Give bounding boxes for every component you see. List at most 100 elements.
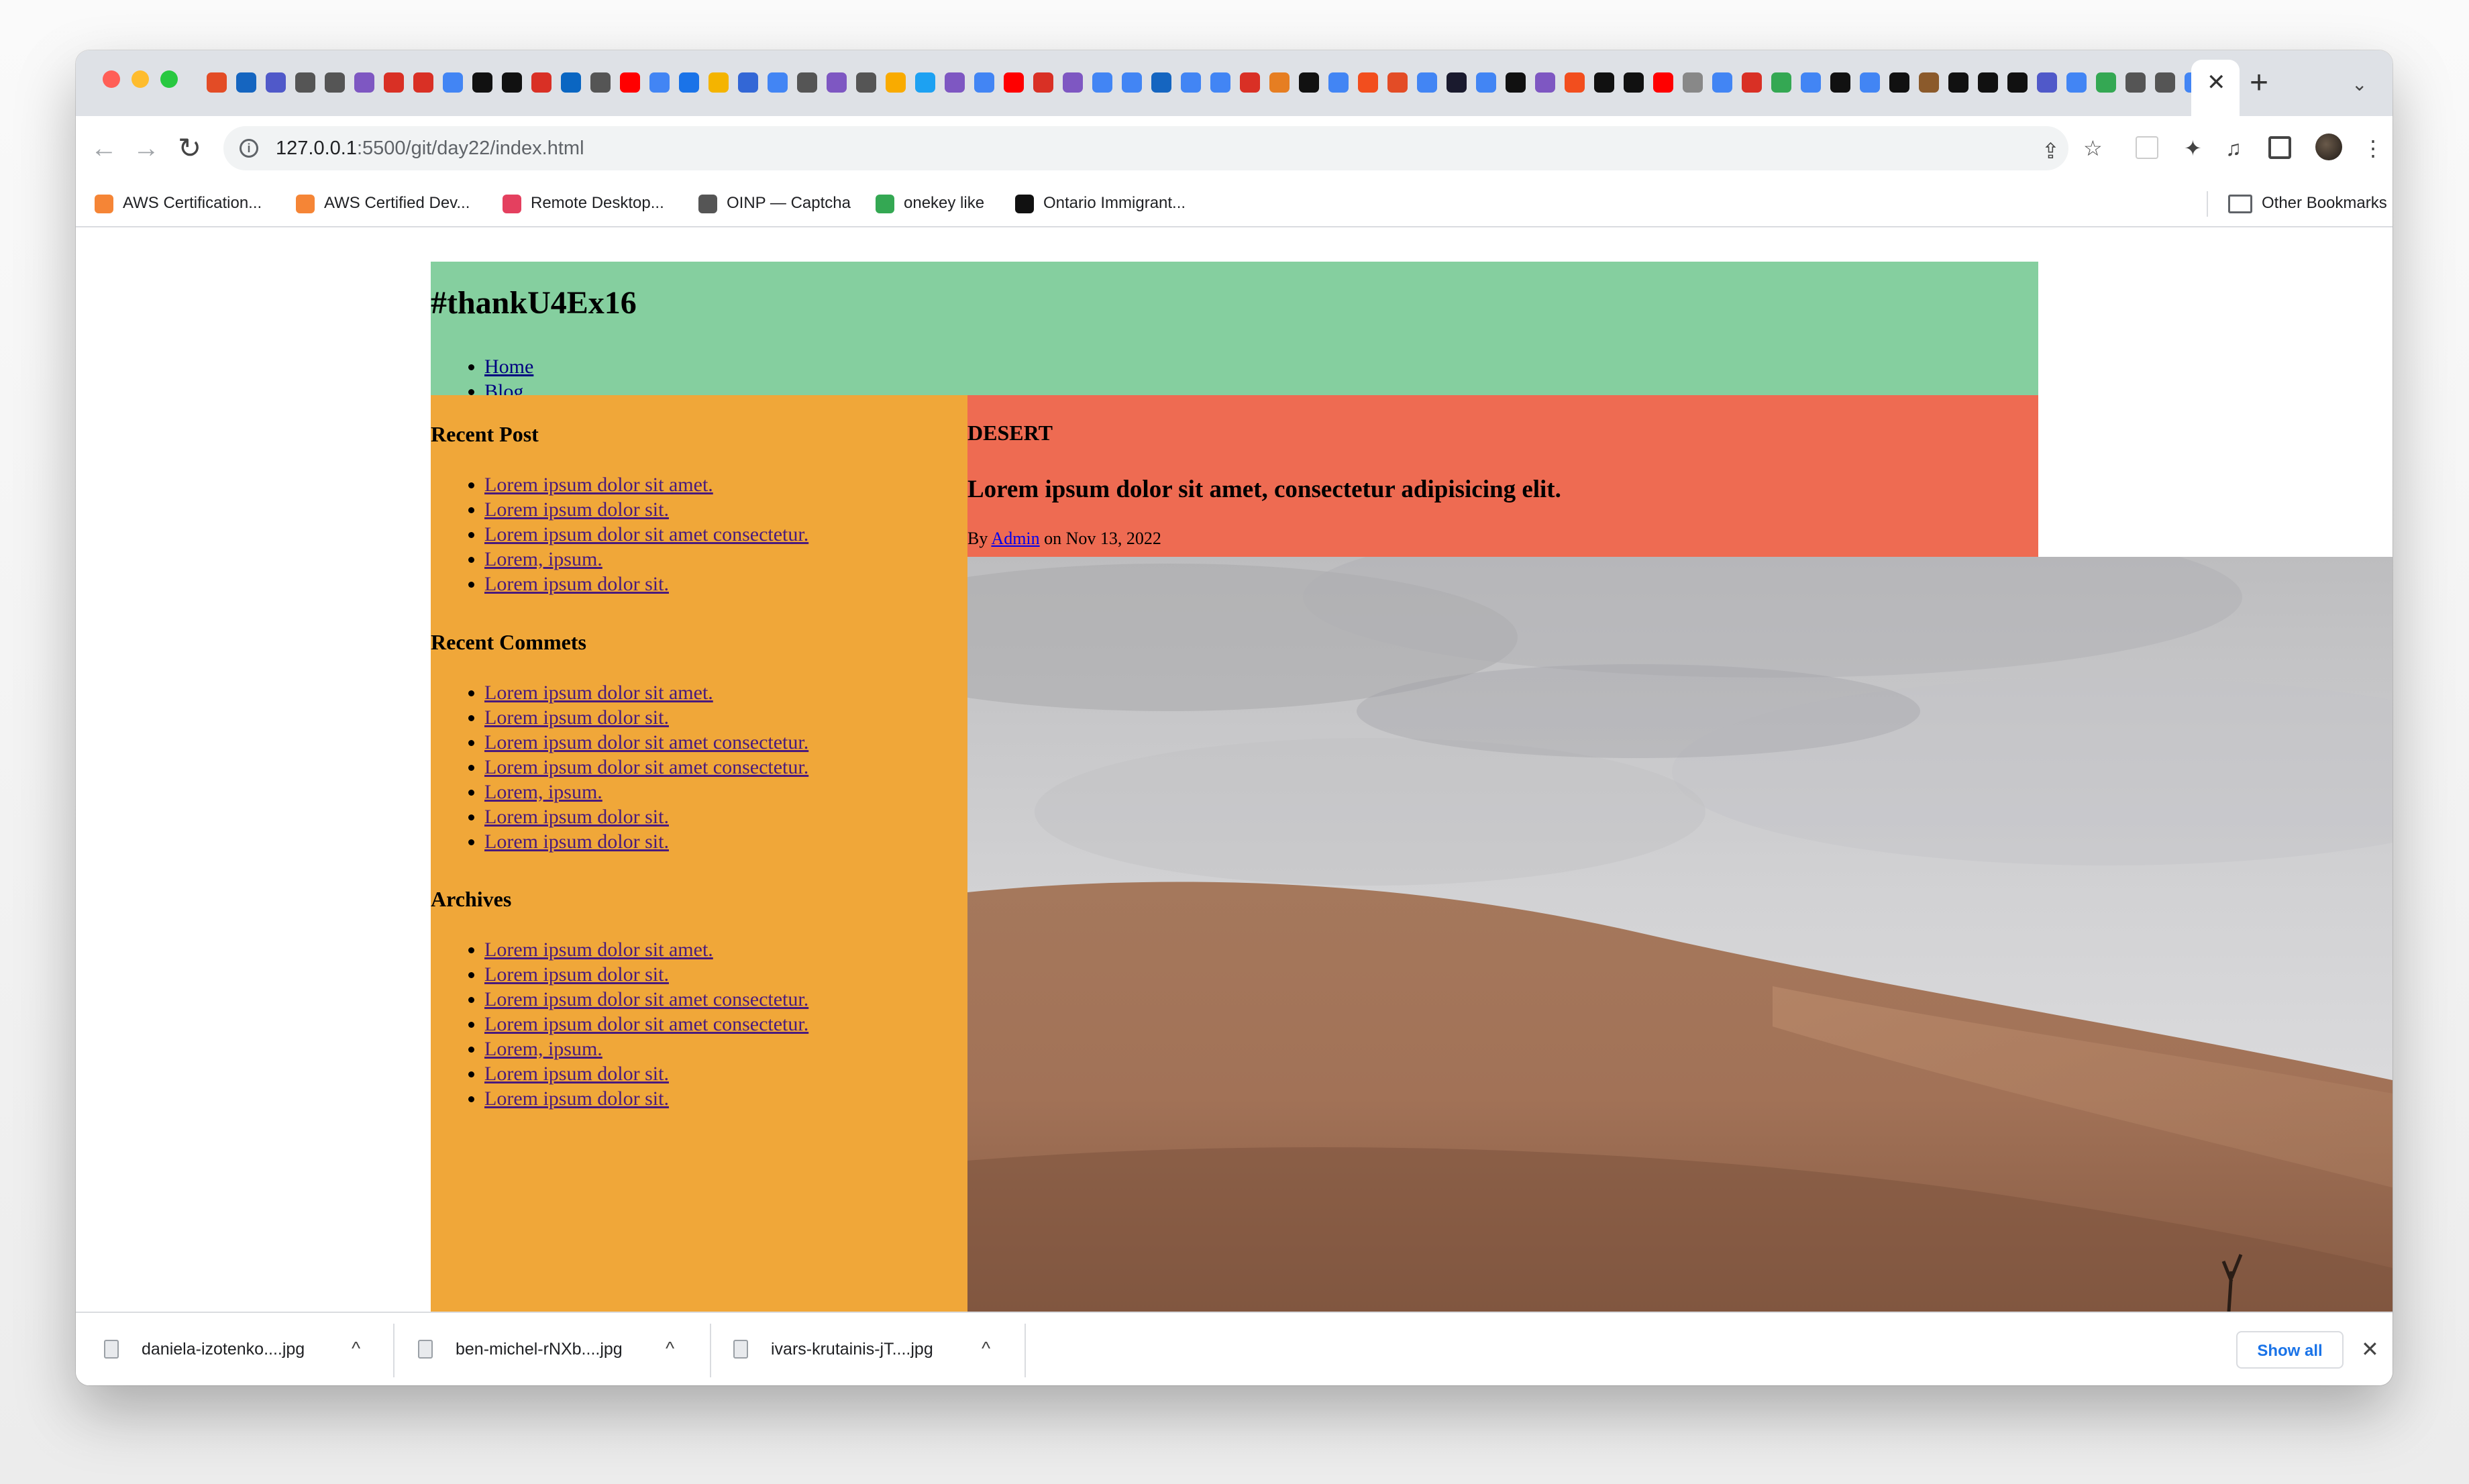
tab-favicon-icon[interactable]: [2066, 72, 2087, 93]
tab-favicon-icon[interactable]: [1328, 72, 1349, 93]
extensions-puzzle-icon[interactable]: ✦: [2184, 134, 2202, 163]
tab-favicon-icon[interactable]: [266, 72, 286, 93]
tab-favicon-icon[interactable]: [384, 72, 404, 93]
archive-link[interactable]: Lorem ipsum dolor sit.: [484, 1063, 669, 1085]
author-link[interactable]: Admin: [991, 529, 1039, 548]
tab-favicon-icon[interactable]: [1889, 72, 1909, 93]
tab-favicon-icon[interactable]: [1063, 72, 1083, 93]
recent-comment-link[interactable]: Lorem ipsum dolor sit.: [484, 706, 669, 729]
recent-post-link[interactable]: Lorem, ipsum.: [484, 548, 602, 570]
tab-favicon-icon[interactable]: [649, 72, 670, 93]
media-control-icon[interactable]: ♫: [2225, 134, 2242, 163]
tab-favicon-icon[interactable]: [1683, 72, 1703, 93]
recent-comment-link[interactable]: Lorem ipsum dolor sit amet.: [484, 682, 713, 704]
tab-favicon-icon[interactable]: [1240, 72, 1260, 93]
tab-favicon-icon[interactable]: [708, 72, 729, 93]
bookmark-star-icon[interactable]: ☆: [2083, 134, 2103, 163]
bookmark-item[interactable]: AWS Certification...: [95, 193, 262, 214]
tab-favicon-icon[interactable]: [1948, 72, 1968, 93]
profile-avatar[interactable]: [2315, 134, 2342, 160]
extension-icon[interactable]: [2136, 136, 2158, 159]
tab-favicon-icon[interactable]: [531, 72, 551, 93]
tab-favicon-icon[interactable]: [1801, 72, 1821, 93]
side-panel-icon[interactable]: [2268, 136, 2291, 159]
close-shelf-icon[interactable]: ✕: [2361, 1336, 2379, 1363]
tab-favicon-icon[interactable]: [945, 72, 965, 93]
bookmark-item[interactable]: Ontario Immigrant...: [1015, 193, 1186, 214]
tab-favicon-icon[interactable]: [295, 72, 315, 93]
chevron-up-icon[interactable]: ^: [666, 1337, 674, 1360]
archive-link[interactable]: Lorem ipsum dolor sit.: [484, 1088, 669, 1110]
tab-favicon-icon[interactable]: [1771, 72, 1791, 93]
new-tab-button[interactable]: +: [2250, 65, 2268, 101]
tab-favicon-icon[interactable]: [1033, 72, 1053, 93]
tab-favicon-icon[interactable]: [502, 72, 522, 93]
tab-favicon-icon[interactable]: [236, 72, 256, 93]
tab-favicon-icon[interactable]: [1860, 72, 1880, 93]
chevron-up-icon[interactable]: ^: [352, 1337, 360, 1360]
tab-favicon-icon[interactable]: [1476, 72, 1496, 93]
tab-favicon-icon[interactable]: [472, 72, 492, 93]
archive-link[interactable]: Lorem ipsum dolor sit amet consectetur.: [484, 988, 808, 1010]
kebab-menu-icon[interactable]: ⋮: [2362, 134, 2384, 163]
tab-search-icon[interactable]: ⌄: [2352, 73, 2367, 96]
recent-comment-link[interactable]: Lorem ipsum dolor sit amet consectetur.: [484, 731, 808, 753]
tab-favicon-icon[interactable]: [1712, 72, 1732, 93]
recent-comment-link[interactable]: Lorem ipsum dolor sit.: [484, 806, 669, 828]
archive-link[interactable]: Lorem ipsum dolor sit amet.: [484, 939, 713, 961]
tab-favicon-icon[interactable]: [1181, 72, 1201, 93]
tab-favicon-icon[interactable]: [1151, 72, 1171, 93]
nav-link-home[interactable]: Home: [484, 356, 533, 378]
tab-favicon-icon[interactable]: [620, 72, 640, 93]
tab-favicon-icon[interactable]: [1594, 72, 1614, 93]
bookmark-item[interactable]: Remote Desktop...: [503, 193, 664, 214]
tab-favicon-icon[interactable]: [1210, 72, 1230, 93]
tab-favicon-icon[interactable]: [856, 72, 876, 93]
share-icon[interactable]: ⇪: [2042, 136, 2060, 166]
tab-favicon-icon[interactable]: [1092, 72, 1112, 93]
tab-favicon-icon[interactable]: [1122, 72, 1142, 93]
tab-favicon-icon[interactable]: [207, 72, 227, 93]
close-window-button[interactable]: [103, 70, 120, 88]
tab-favicon-icon[interactable]: [2096, 72, 2116, 93]
nav-link-blog[interactable]: Blog: [484, 380, 523, 395]
tab-favicon-icon[interactable]: [827, 72, 847, 93]
tab-favicon-icon[interactable]: [2125, 72, 2146, 93]
tab-favicon-icon[interactable]: [679, 72, 699, 93]
recent-post-link[interactable]: Lorem ipsum dolor sit amet.: [484, 474, 713, 496]
tab-favicon-icon[interactable]: [561, 72, 581, 93]
recent-comment-link[interactable]: Lorem ipsum dolor sit.: [484, 831, 669, 853]
tab-favicon-icon[interactable]: [886, 72, 906, 93]
tab-favicon-icon[interactable]: [1506, 72, 1526, 93]
chevron-up-icon[interactable]: ^: [982, 1337, 990, 1360]
tab-favicon-icon[interactable]: [443, 72, 463, 93]
bookmark-item[interactable]: AWS Certified Dev...: [296, 193, 470, 214]
tab-favicon-icon[interactable]: [915, 72, 935, 93]
tab-favicon-icon[interactable]: [590, 72, 611, 93]
tab-favicon-icon[interactable]: [768, 72, 788, 93]
tab-favicon-icon[interactable]: [1830, 72, 1850, 93]
recent-post-link[interactable]: Lorem ipsum dolor sit.: [484, 573, 669, 595]
tab-favicon-icon[interactable]: [1417, 72, 1437, 93]
other-bookmarks[interactable]: Other Bookmarks: [2228, 193, 2387, 214]
back-arrow-icon[interactable]: ←: [91, 129, 117, 167]
tab-favicon-icon[interactable]: [1742, 72, 1762, 93]
address-bar[interactable]: i 127.0.0.1:5500/git/day22/index.html: [223, 126, 2068, 170]
tab-favicon-icon[interactable]: [738, 72, 758, 93]
tab-favicon-icon[interactable]: [1653, 72, 1673, 93]
archive-link[interactable]: Lorem, ipsum.: [484, 1038, 602, 1060]
tab-favicon-icon[interactable]: [974, 72, 994, 93]
tab-favicon-icon[interactable]: [413, 72, 433, 93]
tab-favicon-icon[interactable]: [1004, 72, 1024, 93]
tab-favicon-icon[interactable]: [1447, 72, 1467, 93]
recent-post-link[interactable]: Lorem ipsum dolor sit.: [484, 498, 669, 521]
archive-link[interactable]: Lorem ipsum dolor sit.: [484, 963, 669, 986]
recent-comment-link[interactable]: Lorem, ipsum.: [484, 781, 602, 803]
bookmark-item[interactable]: OINP — Captcha: [698, 193, 851, 214]
zoom-window-button[interactable]: [160, 70, 178, 88]
show-all-downloads-button[interactable]: Show all: [2236, 1331, 2344, 1369]
tab-favicon-icon[interactable]: [1535, 72, 1555, 93]
tab-favicon-icon[interactable]: [1358, 72, 1378, 93]
minimize-window-button[interactable]: [132, 70, 149, 88]
tab-favicon-icon[interactable]: [2007, 72, 2028, 93]
